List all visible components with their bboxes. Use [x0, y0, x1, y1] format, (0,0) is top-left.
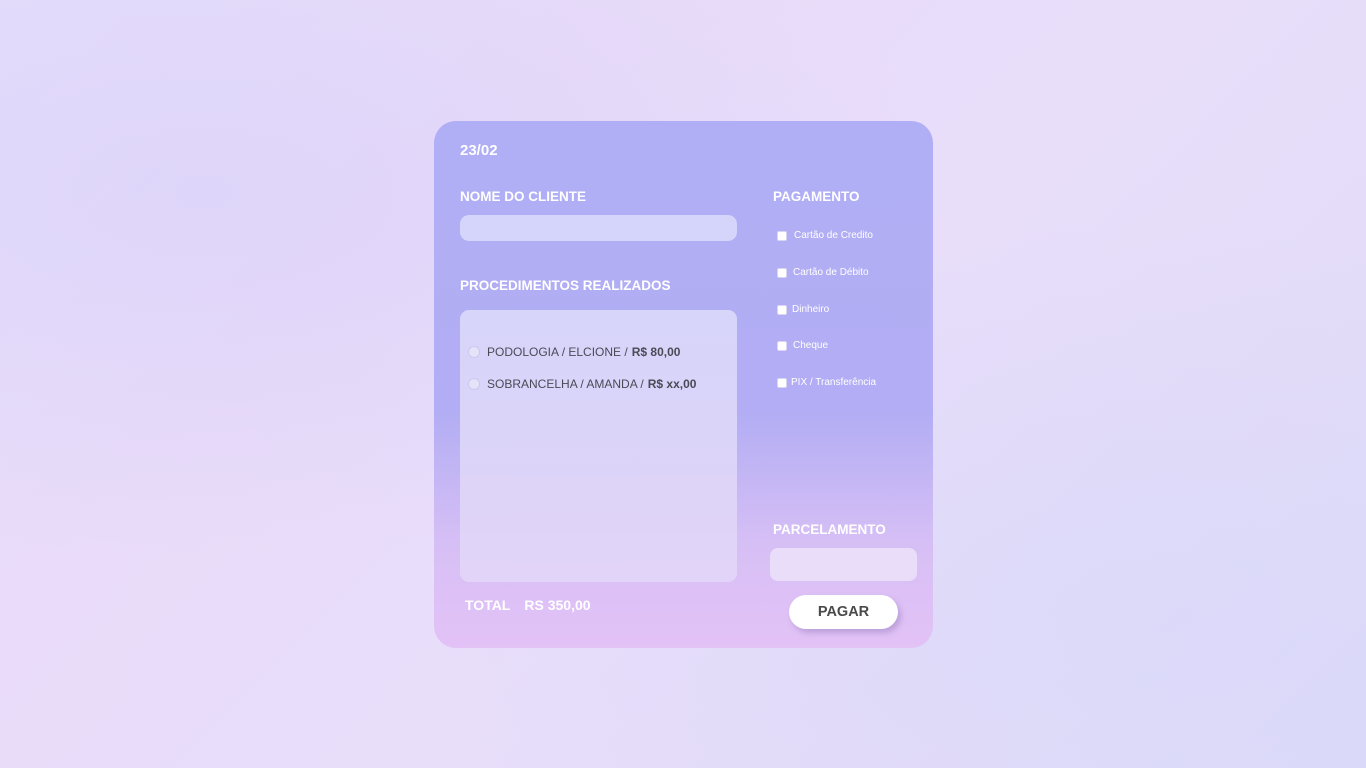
procedure-radio[interactable]: [468, 378, 480, 390]
client-name-input[interactable]: [460, 215, 737, 241]
payment-checkbox[interactable]: [777, 377, 787, 388]
payment-checkbox[interactable]: [777, 230, 787, 241]
total-row: TOTAL RS 350,00: [465, 597, 591, 613]
payment-option-label: PIX / Transferência: [791, 377, 877, 388]
payment-option-label: Dinheiro: [792, 304, 830, 315]
procedure-item[interactable]: PODOLOGIA / ELCIONE / R$ 80,00: [468, 345, 680, 359]
pay-button[interactable]: PAGAR: [789, 595, 898, 629]
payment-option-check[interactable]: Cheque: [777, 340, 828, 351]
payment-checkbox[interactable]: [777, 340, 787, 351]
payment-option-label: Cheque: [793, 340, 829, 351]
procedure-radio[interactable]: [468, 346, 480, 358]
payment-option-credit-card[interactable]: Cartão de Credito: [777, 230, 873, 241]
payment-option-cash[interactable]: Dinheiro: [777, 304, 829, 315]
procedures-list: PODOLOGIA / ELCIONE / R$ 80,00 SOBRANCEL…: [460, 310, 737, 582]
procedure-item[interactable]: SOBRANCELHA / AMANDA / R$ xx,00: [468, 377, 696, 391]
date-label: 23/02: [460, 142, 498, 159]
total-label: TOTAL: [465, 597, 511, 613]
procedure-service: SOBRANCELHA / AMANDA /: [487, 377, 644, 391]
payment-option-label: Cartão de Débito: [793, 267, 869, 278]
total-value: RS 350,00: [524, 597, 591, 613]
payment-checkbox[interactable]: [777, 267, 787, 278]
procedures-label: PROCEDIMENTOS REALIZADOS: [460, 278, 671, 293]
payment-label: PAGAMENTO: [773, 189, 860, 204]
procedure-price: R$ 80,00: [631, 345, 681, 359]
installments-label: PARCELAMENTO: [773, 522, 886, 537]
procedure-service: PODOLOGIA / ELCIONE /: [487, 345, 628, 359]
checkout-card: 23/02 NOME DO CLIENTE PROCEDIMENTOS REAL…: [434, 121, 933, 648]
payment-option-pix[interactable]: PIX / Transferência: [777, 377, 876, 388]
payment-checkbox[interactable]: [777, 304, 787, 315]
installments-input[interactable]: [770, 548, 917, 581]
client-name-label: NOME DO CLIENTE: [460, 189, 587, 204]
payment-option-label: Cartão de Credito: [794, 230, 873, 241]
procedure-price: R$ xx,00: [647, 377, 697, 391]
payment-option-debit-card[interactable]: Cartão de Débito: [777, 267, 869, 278]
